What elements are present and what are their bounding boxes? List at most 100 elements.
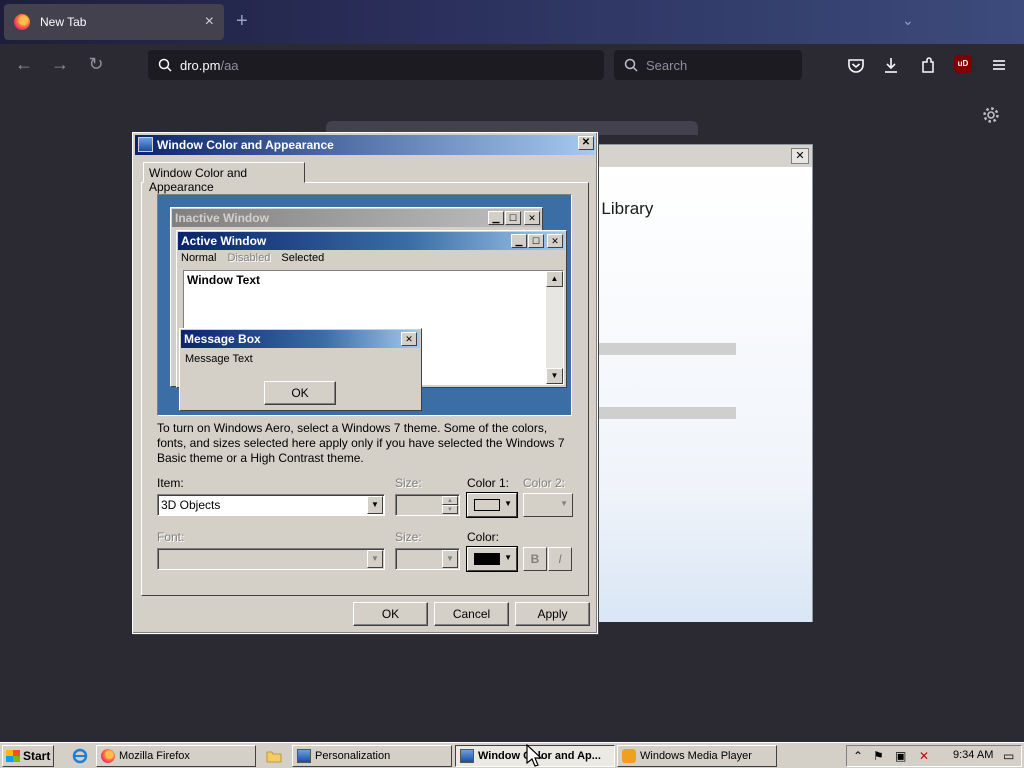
size-label: Size: [395,476,422,490]
display-icon [138,137,153,152]
taskbar: Start Mozilla Firefox Personalization Wi… [0,742,1024,768]
background-divider [591,343,736,355]
chevron-down-icon: ▼ [504,499,512,508]
message-text: Message Text [185,353,253,365]
show-hidden-icons-icon[interactable]: ⌃ [853,749,863,763]
message-box-title: Message Box [181,330,420,348]
tab-window-color-appearance[interactable]: Window Color and Appearance [143,162,305,194]
scroll-down-icon[interactable]: ▼ [546,368,563,384]
active-window-title: Active Window [178,232,565,250]
font-color-picker[interactable]: ▼ [467,547,517,571]
chevron-down-icon: ▼ [560,499,568,508]
tab-title: New Tab [40,15,87,29]
dialog-close-button[interactable]: ✕ [578,136,594,150]
font-label: Font: [157,530,185,544]
downloads-icon[interactable] [878,52,904,78]
menu-icon[interactable] [986,52,1012,78]
display-icon [297,749,311,763]
menu-normal[interactable]: Normal [181,252,216,264]
font-size-select[interactable]: ▼ [395,548,460,570]
start-button[interactable]: Start [2,745,54,767]
dialog-titlebar[interactable]: Window Color and Appearance [135,135,595,155]
taskbar-item-personalization[interactable]: Personalization [292,745,452,767]
maximize-icon: ☐ [528,234,544,248]
menu-selected[interactable]: Selected [281,252,324,264]
firefox-icon [14,14,30,30]
taskbar-item-label: Windows Media Player [640,750,752,762]
minimize-icon: ▁ [511,234,527,248]
taskbar-item-firefox[interactable]: Mozilla Firefox [96,745,256,767]
browser-tab-strip: New Tab × + ⌄ [0,0,1024,44]
maximize-icon: ☐ [505,211,521,225]
font-color-swatch [474,553,500,565]
message-box-preview[interactable]: Message Box ✕ Message Text OK [179,328,422,411]
internet-explorer-icon[interactable] [72,748,88,764]
media-player-icon [622,749,636,763]
system-tray: ⌃ ⚑ ▣ ✕ 9:34 AM ▭ [846,745,1022,767]
window-text-label: Window Text [187,273,260,287]
tab-close-icon[interactable]: × [205,13,214,31]
preview-scrollbar[interactable]: ▲ ▼ [546,271,563,384]
inactive-window-title: Inactive Window [172,209,541,227]
message-box-ok-button[interactable]: OK [264,381,336,405]
list-all-tabs-button[interactable]: ⌄ [902,12,914,29]
chevron-down-icon[interactable]: ▼ [442,550,458,568]
color1-picker[interactable]: ▼ [467,493,517,517]
network-icon[interactable]: ▣ [895,749,906,763]
background-window-body: r Library [561,167,812,622]
folder-icon[interactable] [266,748,282,764]
taskbar-item-label: Mozilla Firefox [119,750,190,762]
font-select[interactable]: ▼ [157,548,385,570]
reload-button[interactable]: ↻ [84,52,108,76]
taskbar-item-media-player[interactable]: Windows Media Player [617,745,777,767]
clock[interactable]: 9:34 AM [953,749,993,761]
show-desktop-icon[interactable]: ▭ [1003,749,1014,763]
menu-disabled[interactable]: Disabled [228,252,271,264]
pocket-icon[interactable] [843,52,869,78]
italic-button[interactable]: I [548,547,572,571]
forward-button[interactable]: → [48,52,72,76]
ublock-origin-icon[interactable]: uD [954,55,972,73]
browser-tab-new-tab[interactable]: New Tab × [4,4,224,40]
preview-menu-bar: Normal Disabled Selected [181,252,332,264]
background-window-titlebar: ✕ [561,145,812,167]
url-path: /aa [220,57,239,73]
cancel-button[interactable]: Cancel [434,602,509,626]
spin-down-icon[interactable]: ▼ [442,505,458,514]
spin-up-icon[interactable]: ▲ [442,496,458,505]
appearance-preview[interactable]: Inactive Window ▁ ☐ ✕ Active Window ▁ ☐ … [157,194,572,416]
gear-icon[interactable] [981,105,1001,125]
windows-logo-icon [6,750,20,762]
bold-button[interactable]: B [523,547,547,571]
aero-info-text: To turn on Windows Aero, select a Window… [157,421,565,465]
action-center-flag-icon[interactable]: ⚑ [873,749,884,763]
background-divider [591,407,736,419]
chevron-down-icon[interactable]: ▼ [367,496,383,514]
item-select[interactable]: 3D Objects ▼ [157,494,385,516]
new-tab-button[interactable]: + [236,10,248,33]
color2-label: Color 2: [523,476,566,490]
close-icon: ✕ [524,211,540,225]
chevron-down-icon: ▼ [504,553,512,562]
library-title: r Library [591,199,654,218]
back-button[interactable]: ← [12,52,36,76]
search-field[interactable]: Search [614,50,802,80]
url-bar[interactable]: dro.pm/aa [148,50,604,80]
color1-label: Color 1: [467,476,510,490]
volume-muted-icon[interactable]: ✕ [919,749,929,763]
item-label: Item: [157,476,184,490]
taskbar-item-label: Personalization [315,750,391,762]
start-label: Start [23,749,51,763]
mouse-cursor-icon [526,744,543,767]
size-spinner[interactable]: ▲ ▼ [395,494,460,516]
apply-button[interactable]: Apply [515,602,590,626]
close-icon: ✕ [401,332,417,346]
ok-button[interactable]: OK [353,602,428,626]
close-icon[interactable]: ✕ [791,148,809,164]
chevron-down-icon[interactable]: ▼ [367,550,383,568]
scroll-up-icon[interactable]: ▲ [546,271,563,287]
extensions-icon[interactable] [915,52,941,78]
dialog-title: Window Color and Appearance [157,138,334,152]
url-host: dro.pm [180,57,221,73]
color2-picker[interactable]: ▼ [523,493,573,517]
